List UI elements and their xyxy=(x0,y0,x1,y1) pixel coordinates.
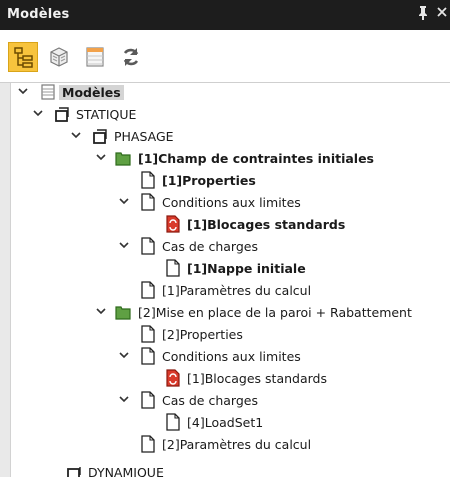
tree-node-blocages-2[interactable]: [1]Blocages standards xyxy=(0,369,450,389)
tree-node-conditions-1[interactable]: Conditions aux limites xyxy=(0,193,450,213)
table-icon xyxy=(86,47,104,67)
tree-node-label: PHASAGE xyxy=(114,129,174,144)
tree-node-label: Cas de charges xyxy=(162,239,258,254)
model-3d-icon xyxy=(50,47,68,67)
chevron-down-icon[interactable] xyxy=(32,107,44,119)
tree-node-loadset[interactable]: [4]LoadSet1 xyxy=(0,413,450,433)
folder-stack-icon xyxy=(93,129,107,144)
chevron-down-icon[interactable] xyxy=(95,151,107,163)
chevron-down-icon[interactable] xyxy=(118,349,130,361)
close-icon[interactable] xyxy=(436,4,448,24)
tree-node-label: [2]Mise en place de la paroi + Rabatteme… xyxy=(138,305,412,320)
refresh-icon xyxy=(123,48,139,66)
tree-node-statique[interactable]: STATIQUE xyxy=(0,105,450,125)
tree-node-label: Conditions aux limites xyxy=(162,195,301,210)
tree-node-label: DYNAMIQUE xyxy=(88,467,164,477)
tree-node-label: [2]Paramètres du calcul xyxy=(162,437,312,452)
chevron-down-icon[interactable] xyxy=(17,85,29,97)
tree-node-label: [1]Properties xyxy=(162,173,256,188)
tree-node-label: [1]Blocages standards xyxy=(187,217,346,232)
tree-node-dynamique[interactable]: DYNAMIQUE xyxy=(0,467,450,477)
folder-icon xyxy=(115,306,131,320)
document-icon xyxy=(141,391,155,409)
tree-node-label: Conditions aux limites xyxy=(162,349,301,364)
tree-node-label: [4]LoadSet1 xyxy=(187,415,264,430)
document-icon xyxy=(141,193,155,211)
tree-view-icon xyxy=(14,47,33,68)
folder-stack-icon xyxy=(67,467,81,477)
tree-node-nappe-1[interactable]: [1]Nappe initiale xyxy=(0,259,450,279)
refresh-button[interactable] xyxy=(116,42,146,72)
chevron-down-icon[interactable] xyxy=(118,393,130,405)
panel-title-bar: Modèles xyxy=(0,0,450,30)
database-icon xyxy=(41,84,55,100)
document-icon xyxy=(141,281,155,299)
tree-view-button[interactable] xyxy=(8,42,38,72)
chevron-down-icon[interactable] xyxy=(70,129,82,141)
tree-node-phase-1[interactable]: [1]Champ de contraintes initiales xyxy=(0,149,450,169)
folder-stack-icon xyxy=(55,107,69,122)
document-icon xyxy=(141,435,155,453)
tree-node-label: [1]Nappe initiale xyxy=(187,261,306,276)
pin-icon[interactable] xyxy=(417,5,429,25)
tree-node-cas-2[interactable]: Cas de charges xyxy=(0,391,450,411)
document-icon xyxy=(141,171,155,189)
blocage-icon xyxy=(166,369,180,387)
document-icon xyxy=(141,237,155,255)
chevron-down-icon[interactable] xyxy=(118,239,130,251)
table-button[interactable] xyxy=(80,42,110,72)
tree-node-phasage[interactable]: PHASAGE xyxy=(0,127,450,147)
document-icon xyxy=(141,325,155,343)
chevron-down-icon[interactable] xyxy=(95,305,107,317)
tree-node-label: STATIQUE xyxy=(76,107,137,122)
tree-node-properties-2[interactable]: [2]Properties xyxy=(0,325,450,345)
document-icon xyxy=(166,413,180,431)
tree-node-label: [1]Blocages standards xyxy=(187,371,328,386)
folder-icon xyxy=(115,152,131,166)
tree-node-conditions-2[interactable]: Conditions aux limites xyxy=(0,347,450,367)
tree-node-params-2[interactable]: [2]Paramètres du calcul xyxy=(0,435,450,455)
blocage-icon xyxy=(166,215,180,233)
tree-node-label: [1]Paramètres du calcul xyxy=(162,283,312,298)
tree-node-properties-1[interactable]: [1]Properties xyxy=(0,171,450,191)
tree-node-params-1[interactable]: [1]Paramètres du calcul xyxy=(0,281,450,301)
document-icon xyxy=(141,347,155,365)
document-icon xyxy=(166,259,180,277)
toolbar xyxy=(0,30,450,83)
model-3d-button[interactable] xyxy=(44,42,74,72)
model-tree: Modèles STATIQUE PHASAGE [1]Champ de con… xyxy=(0,83,450,477)
tree-node-cas-1[interactable]: Cas de charges xyxy=(0,237,450,257)
tree-node-label: Modèles xyxy=(59,85,124,100)
tree-node-label: [2]Properties xyxy=(162,327,243,342)
panel-title: Modèles xyxy=(7,7,70,22)
tree-node-blocages-1[interactable]: [1]Blocages standards xyxy=(0,215,450,235)
tree-node-phase-2[interactable]: [2]Mise en place de la paroi + Rabatteme… xyxy=(0,303,450,323)
tree-node-label: [1]Champ de contraintes initiales xyxy=(138,151,374,166)
tree-node-label: Cas de charges xyxy=(162,393,258,408)
chevron-down-icon[interactable] xyxy=(118,195,130,207)
tree-node-modeles[interactable]: Modèles xyxy=(0,83,450,103)
